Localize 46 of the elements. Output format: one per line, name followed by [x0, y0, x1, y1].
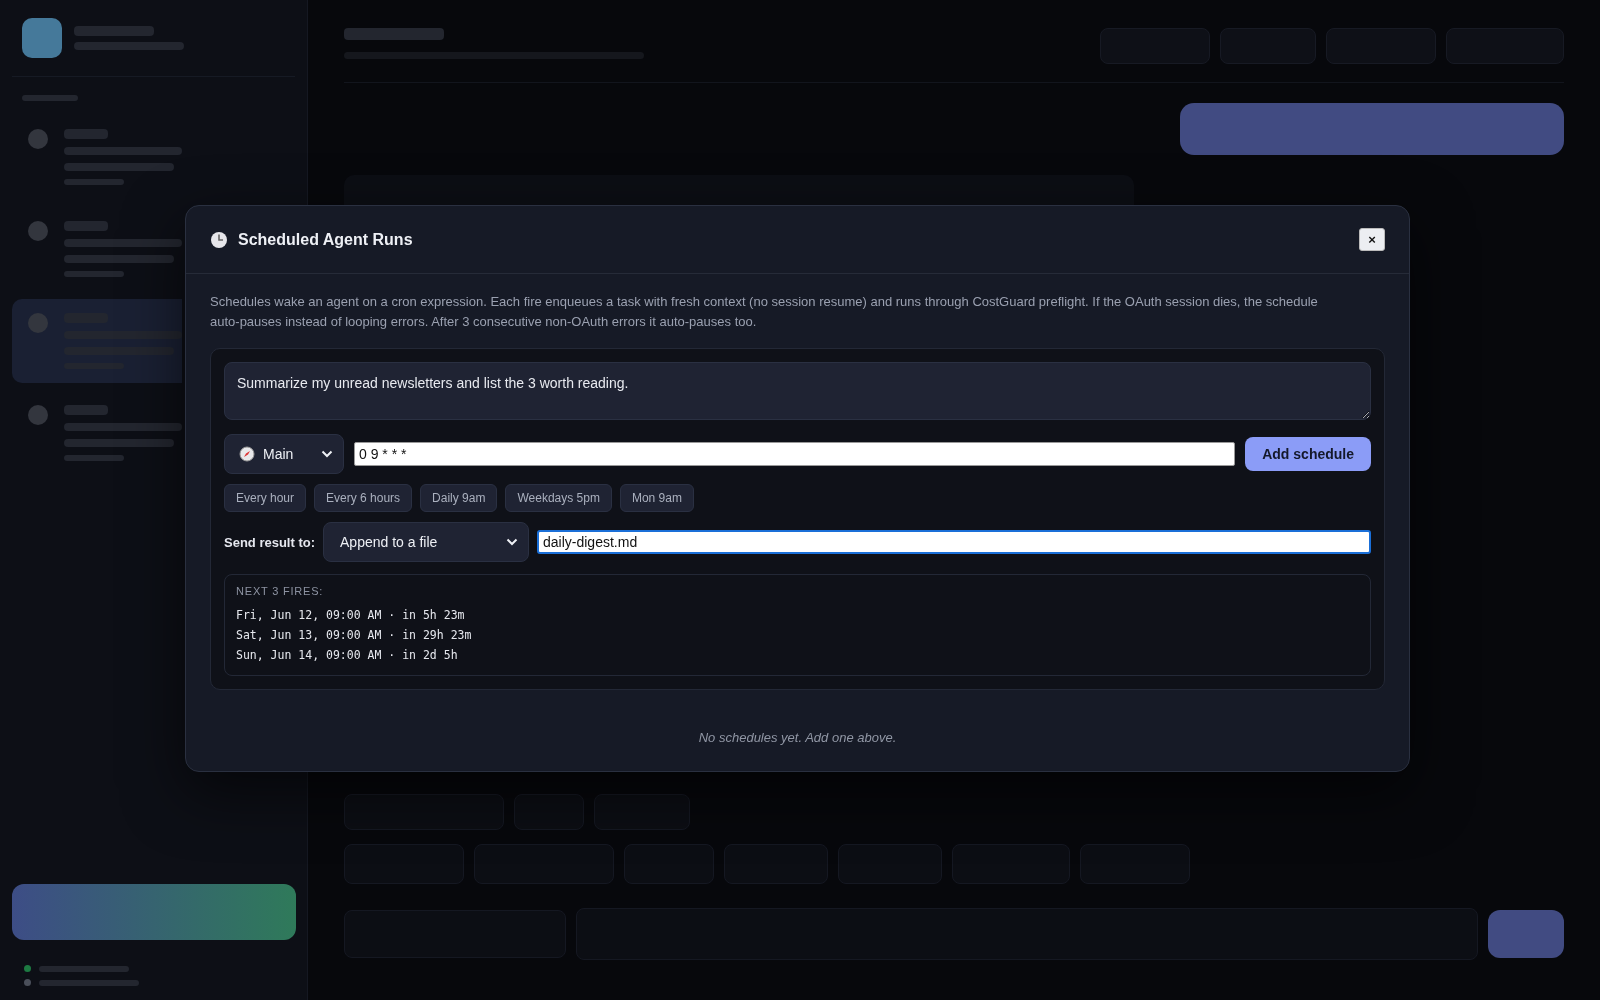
blurred-text — [64, 221, 108, 231]
agent-avatar — [28, 221, 48, 241]
blurred-text — [64, 129, 108, 139]
preset-chip[interactable]: Every 6 hours — [314, 484, 413, 512]
chevron-down-icon — [506, 538, 518, 546]
toolbar-button[interactable] — [1220, 28, 1316, 64]
fire-time: Sun, Jun 14, 09:00 AM · in 2d 5h — [236, 647, 459, 664]
blurred-text — [64, 179, 124, 185]
agent-avatar — [28, 405, 48, 425]
dialog-description: Schedules wake an agent on a cron expression. Each fire enqueues a task with fresh context (no session resume) and runs through CostGuard preflight. If the OAuth session dies, the schedule auto-pauses instead of looping errors. After 3 consecutive non-OAuth errors it auto-pauses too. — [210, 293, 1319, 331]
file-field[interactable]: daily-digest.md — [537, 530, 1371, 554]
prompt-field[interactable]: Summarize my unread newsletters and list the 3 worth reading. — [224, 362, 1371, 420]
app-logo — [22, 18, 62, 58]
plan-button[interactable] — [514, 794, 584, 830]
blurred-text — [64, 455, 124, 461]
fire-time: Sat, Jun 13, 09:00 AM · in 29h 23m — [236, 627, 473, 644]
next-fires-label: NEXT 3 FIRES: — [236, 585, 325, 597]
blurred-text — [64, 405, 108, 415]
toolbar-button[interactable] — [1100, 28, 1210, 64]
agent-select[interactable]: Main — [224, 434, 344, 474]
blurred-text — [22, 95, 78, 101]
preset-chip[interactable]: Daily 9am — [420, 484, 498, 512]
agent-item[interactable] — [12, 299, 182, 383]
compass-icon — [239, 446, 255, 462]
preset-chip[interactable]: Mon 9am — [619, 484, 694, 512]
new-agent-button[interactable] — [12, 884, 296, 940]
fire-time: Fri, Jun 12, 09:00 AM · in 5h 23m — [236, 607, 466, 624]
toolbar-button[interactable] — [1446, 28, 1564, 64]
blurred-text — [64, 271, 124, 277]
dialog-title: Scheduled Agent Runs — [238, 230, 413, 249]
empty-message: No schedules yet. Add one above. — [697, 730, 898, 745]
agent-avatar — [28, 129, 48, 149]
toolbar-button[interactable] — [1326, 28, 1436, 64]
model-select[interactable] — [344, 794, 504, 830]
preset-chip[interactable]: Weekdays 5pm — [505, 484, 612, 512]
cron-field[interactable]: 0 9 * * * — [354, 442, 1236, 466]
new-chat-button[interactable] — [594, 794, 690, 830]
add-schedule-button[interactable]: Add schedule — [1245, 437, 1371, 471]
destination-select[interactable]: Append to a file — [323, 522, 529, 562]
send-button[interactable] — [1488, 910, 1564, 958]
destination-label: Send result to: — [224, 534, 315, 550]
agent-avatar — [28, 313, 48, 333]
close-button[interactable]: × — [1359, 228, 1385, 251]
preset-chip[interactable]: Every hour — [224, 484, 307, 512]
chevron-down-icon — [321, 450, 333, 458]
clock-icon — [210, 230, 228, 249]
